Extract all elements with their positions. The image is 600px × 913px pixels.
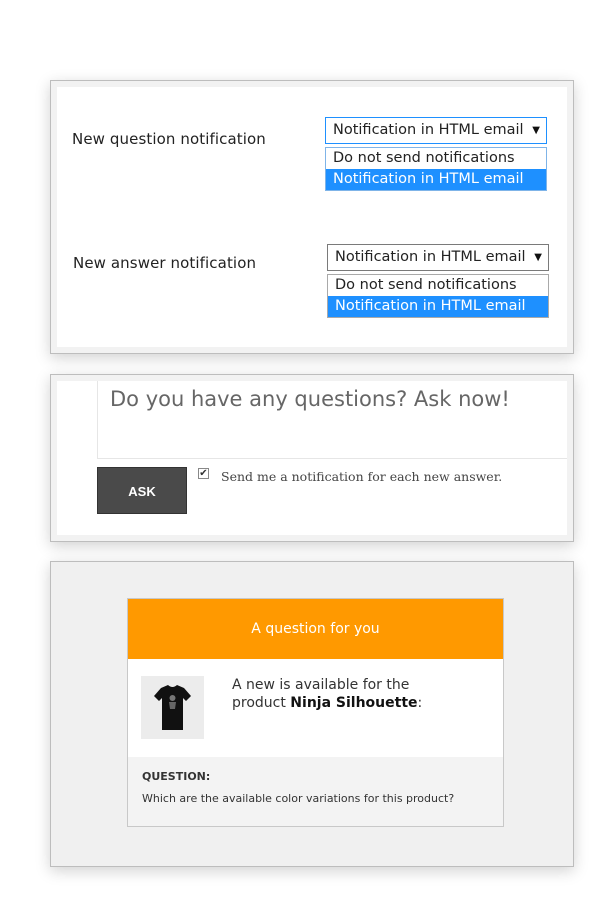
answer-option-html[interactable]: Notification in HTML email bbox=[328, 296, 548, 317]
question-select-value: Notification in HTML email bbox=[333, 122, 524, 138]
answer-notification-label: New answer notification bbox=[73, 254, 257, 272]
answer-select-value: Notification in HTML email bbox=[335, 249, 526, 265]
email-preview-panel: A question for you A new is available fo… bbox=[50, 561, 574, 867]
notification-settings-panel: New question notification Notification i… bbox=[50, 80, 574, 354]
email-template: A question for you A new is available fo… bbox=[127, 598, 504, 827]
checkmark-icon: ✔ bbox=[199, 468, 208, 479]
question-notification-label: New question notification bbox=[72, 130, 266, 148]
email-intro: A new is available for the product Ninja… bbox=[232, 676, 432, 712]
answer-option-none[interactable]: Do not send notifications bbox=[328, 275, 548, 296]
question-textarea[interactable]: Do you have any questions? Ask now! bbox=[97, 381, 567, 459]
question-placeholder: Do you have any questions? Ask now! bbox=[110, 387, 510, 411]
notification-settings-content: New question notification Notification i… bbox=[57, 87, 567, 347]
product-thumbnail bbox=[141, 676, 204, 739]
question-block: QUESTION: Which are the available color … bbox=[128, 757, 503, 826]
answer-notification-options: Do not send notifications Notification i… bbox=[327, 274, 549, 318]
question-text: Which are the available color variations… bbox=[142, 792, 455, 805]
question-notification-select[interactable]: Notification in HTML email ▼ bbox=[325, 117, 547, 144]
question-option-none[interactable]: Do not send notifications bbox=[326, 148, 546, 169]
dropdown-arrow-icon: ▼ bbox=[534, 252, 542, 263]
email-header: A question for you bbox=[128, 599, 503, 659]
product-name[interactable]: Ninja Silhouette bbox=[290, 695, 417, 711]
intro-suffix: : bbox=[417, 695, 423, 711]
dropdown-arrow-icon: ▼ bbox=[532, 125, 540, 136]
ask-question-content: Do you have any questions? Ask now! ASK … bbox=[57, 381, 567, 535]
tshirt-image bbox=[154, 685, 191, 730]
ask-question-panel: Do you have any questions? Ask now! ASK … bbox=[50, 374, 574, 542]
answer-notification-select[interactable]: Notification in HTML email ▼ bbox=[327, 244, 549, 271]
notify-checkbox-label: Send me a notification for each new answ… bbox=[221, 469, 503, 484]
notify-checkbox[interactable]: ✔ bbox=[198, 468, 209, 479]
question-option-html[interactable]: Notification in HTML email bbox=[326, 169, 546, 190]
ask-button[interactable]: ASK bbox=[97, 467, 187, 514]
question-label: QUESTION: bbox=[142, 770, 211, 783]
question-notification-options: Do not send notifications Notification i… bbox=[325, 147, 547, 191]
